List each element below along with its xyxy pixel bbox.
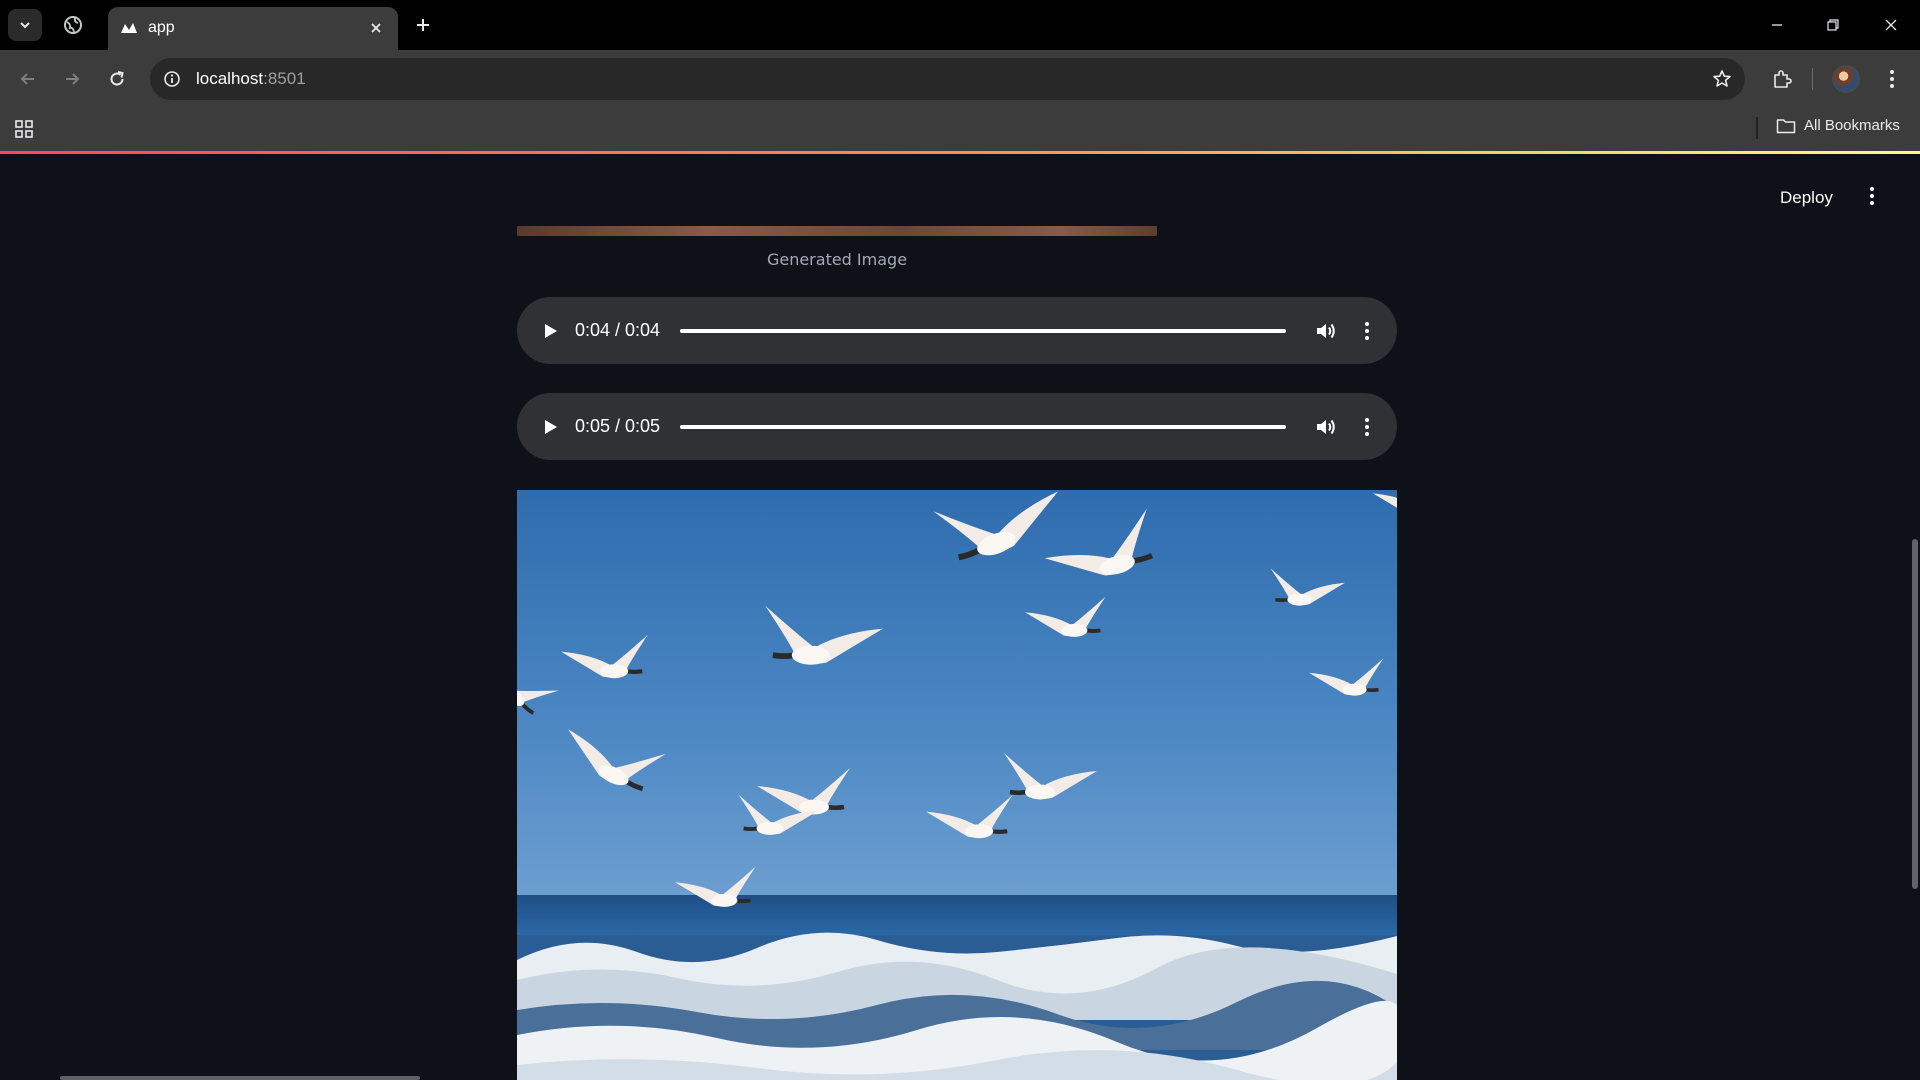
url-text[interactable]: localhost:8501: [196, 69, 306, 89]
audio-options-button[interactable]: [1355, 317, 1379, 345]
all-bookmarks-button[interactable]: All Bookmarks: [1776, 117, 1900, 134]
image-caption: Generated Image: [766, 250, 908, 269]
streamlit-favicon-icon: [120, 19, 138, 37]
browser-toolbar: localhost:8501: [0, 50, 1920, 107]
volume-button[interactable]: [1312, 317, 1340, 345]
puzzle-icon: [1774, 70, 1792, 88]
avatar: [1832, 65, 1860, 93]
seagulls-ocean-image: [517, 490, 1397, 1080]
arrow-left-icon: [20, 73, 34, 85]
back-button[interactable]: [10, 61, 46, 97]
apps-grid-icon[interactable]: [12, 117, 36, 141]
new-tab-button[interactable]: [408, 10, 438, 40]
play-icon: [545, 420, 557, 434]
audio-player[interactable]: 0:05 / 0:05: [517, 393, 1397, 460]
chevron-down-icon: [20, 22, 30, 29]
previous-image-bottom-edge: [517, 226, 1157, 236]
generated-image: [517, 490, 1397, 1080]
all-bookmarks-label: All Bookmarks: [1804, 117, 1900, 134]
folder-icon: [1776, 118, 1796, 133]
url-host: localhost: [196, 69, 264, 88]
bookmarks-divider: [1756, 117, 1758, 139]
audio-progress-track[interactable]: [680, 425, 1286, 429]
extensions-button[interactable]: [1764, 61, 1800, 97]
plus-icon: [417, 19, 429, 31]
audio-time: 0:05 / 0:05: [575, 416, 661, 436]
volume-icon: [1317, 323, 1335, 339]
play-icon: [545, 324, 557, 338]
browser-menu-button[interactable]: [1874, 61, 1910, 97]
tab-app[interactable]: app: [108, 7, 398, 50]
bookmark-star-icon[interactable]: [1709, 66, 1735, 92]
tab-title: app: [148, 19, 175, 36]
volume-icon: [1317, 419, 1335, 435]
restore-icon: [1827, 19, 1839, 31]
close-window-button[interactable]: [1862, 0, 1920, 50]
audio-progress-track[interactable]: [680, 329, 1286, 333]
minimize-icon: [1772, 24, 1782, 26]
forward-button[interactable]: [54, 61, 90, 97]
address-bar[interactable]: localhost:8501: [150, 58, 1745, 100]
arrow-right-icon: [66, 73, 80, 85]
restore-button[interactable]: [1804, 0, 1862, 50]
url-port: :8501: [263, 69, 306, 88]
volume-button[interactable]: [1312, 413, 1340, 441]
globe-icon[interactable]: [58, 10, 88, 40]
app-main: Deploy Generated Image 0:04 / 0:04 0:05 …: [0, 154, 1920, 1080]
profile-button[interactable]: [1828, 61, 1864, 97]
bookmarks-bar: All Bookmarks: [0, 107, 1920, 151]
deploy-button[interactable]: Deploy: [1772, 184, 1841, 212]
audio-options-button[interactable]: [1355, 413, 1379, 441]
minimize-button[interactable]: [1748, 0, 1806, 50]
vertical-scrollbar[interactable]: [1912, 539, 1918, 889]
site-info-icon[interactable]: [160, 67, 184, 91]
kebab-menu-icon: [1365, 322, 1369, 340]
kebab-menu-icon: [1365, 418, 1369, 436]
play-button[interactable]: [537, 317, 565, 345]
reload-icon: [110, 71, 124, 86]
audio-player[interactable]: 0:04 / 0:04: [517, 297, 1397, 364]
tab-close-icon[interactable]: [364, 16, 388, 40]
kebab-menu-icon: [1890, 70, 1894, 88]
reload-button[interactable]: [99, 61, 135, 97]
close-icon: [1885, 19, 1897, 31]
horizontal-scrollbar[interactable]: [60, 1076, 420, 1080]
kebab-menu-icon: [1869, 186, 1875, 206]
audio-time: 0:04 / 0:04: [575, 320, 661, 340]
tab-strip: app: [0, 0, 1920, 50]
tab-search-button[interactable]: [8, 9, 42, 41]
play-button[interactable]: [537, 413, 565, 441]
app-menu-button[interactable]: [1858, 182, 1886, 210]
toolbar-divider: [1812, 68, 1813, 90]
